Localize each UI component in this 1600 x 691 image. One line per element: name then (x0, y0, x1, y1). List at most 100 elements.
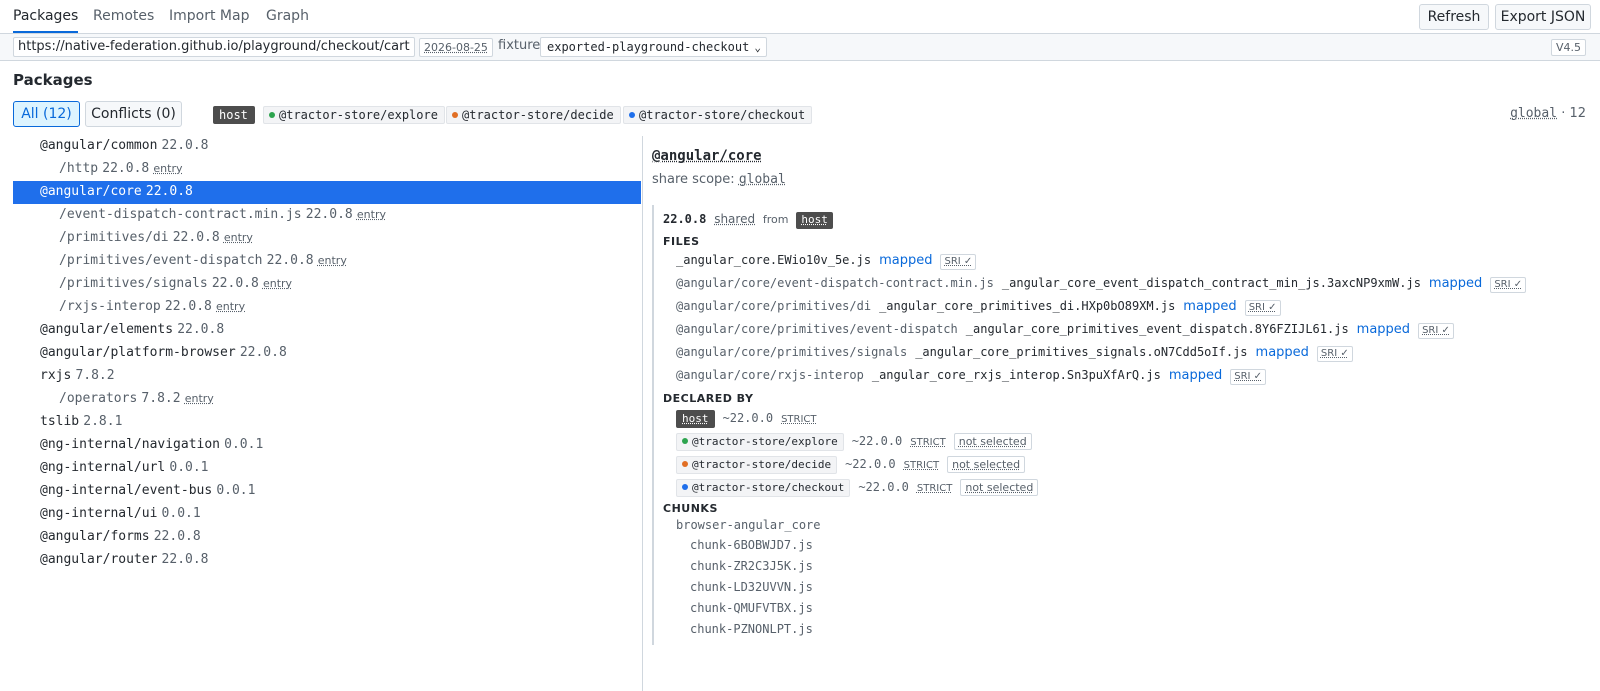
strict-label: STRICT (910, 437, 946, 448)
remote-chip-explore[interactable]: @tractor-store/explore (263, 106, 445, 124)
file-name[interactable]: _angular_core_primitives_event_dispatch.… (966, 322, 1349, 336)
detail-title: @angular/core (652, 148, 762, 164)
remote-chip-checkout[interactable]: @tractor-store/checkout (623, 106, 813, 124)
declared-row: host ~22.0.0 STRICT (676, 409, 817, 429)
date-badge: 2026-08-25 (419, 38, 493, 57)
tree-row[interactable]: tslib 2.8.1 (13, 411, 641, 434)
package-name: /event-dispatch-contract.min.js (59, 207, 302, 222)
tab-packages[interactable]: Packages (13, 0, 79, 33)
package-version: 0.0.1 (169, 460, 209, 475)
tree-row[interactable]: @angular/core 22.0.8 (13, 181, 641, 204)
file-name[interactable]: _angular_core_event_dispatch_contract_mi… (1002, 276, 1421, 290)
from-host-chip[interactable]: host (796, 212, 833, 229)
remote-color-dot (269, 112, 275, 118)
package-version: 22.0.8 (177, 322, 225, 337)
tree-row[interactable]: @angular/common 22.0.8 (13, 135, 641, 158)
version-line: 22.0.8 shared from host (663, 212, 833, 229)
package-version: 22.0.8 (102, 161, 150, 176)
filter-conflicts-button[interactable]: Conflicts (0) (85, 101, 182, 127)
file-name[interactable]: _angular_core.EWio10v_5e.js (676, 253, 871, 267)
chevron-down-icon: ⌄ (754, 41, 761, 54)
chunk-item: chunk-LD32UVVN.js (690, 580, 813, 594)
declared-remote-chip[interactable]: @tractor-store/checkout (676, 479, 851, 497)
package-name: @ng-internal/ui (40, 506, 158, 521)
tree-row[interactable]: /http 22.0.8 entry (13, 158, 641, 181)
package-name: @angular/core (40, 184, 142, 199)
declared-remote-chip[interactable]: @tractor-store/explore (676, 433, 844, 451)
tree-row[interactable]: /primitives/event-dispatch 22.0.8 entry (13, 250, 641, 273)
tree-row[interactable]: @ng-internal/url 0.0.1 (13, 457, 641, 480)
remote-chip-host[interactable]: host (213, 106, 255, 124)
package-version: 22.0.8 (266, 253, 314, 268)
tree-row[interactable]: rxjs 7.8.2 (13, 365, 641, 388)
tree-row[interactable]: @angular/forms 22.0.8 (13, 526, 641, 549)
package-version: 22.0.8 (239, 345, 287, 360)
version-range: ~22.0.0 (722, 411, 774, 425)
from-label: from (762, 213, 789, 226)
mapped-label: mapped (1356, 322, 1411, 337)
package-version: 0.0.1 (224, 437, 264, 452)
export-json-button[interactable]: Export JSON (1495, 4, 1591, 30)
entry-badge: entry (317, 254, 347, 267)
tree-row[interactable]: /event-dispatch-contract.min.js 22.0.8 e… (13, 204, 641, 227)
detail-guide-line (652, 205, 654, 645)
strict-label: STRICT (916, 483, 953, 494)
sri-badge: SRI ✓ (1244, 300, 1281, 316)
url-field[interactable]: https://native-federation.github.io/play… (13, 37, 415, 57)
package-name: /primitives/di (59, 230, 169, 245)
file-name[interactable]: _angular_core_primitives_di.HXp0bO89XM.j… (879, 299, 1175, 313)
chunk-item: chunk-ZR2C3J5K.js (690, 559, 813, 573)
remote-chip-label: @tractor-store/decide (462, 108, 614, 122)
file-name[interactable]: _angular_core_primitives_signals.oN7Cdd5… (915, 345, 1247, 359)
file-name[interactable]: _angular_core_rxjs_interop.Sn3puXfArQ.js (872, 368, 1161, 382)
tab-graph[interactable]: Graph (266, 0, 309, 33)
not-selected-badge: not selected (960, 479, 1039, 496)
package-name: @angular/common (40, 138, 158, 153)
package-version: 22.0.8 (172, 230, 220, 245)
tree-row[interactable]: @ng-internal/ui 0.0.1 (13, 503, 641, 526)
tree-row[interactable]: @angular/elements 22.0.8 (13, 319, 641, 342)
package-name: /http (59, 161, 99, 176)
tree-row[interactable]: /operators 7.8.2 entry (13, 388, 641, 411)
shared-label: shared (714, 212, 756, 226)
pane-divider[interactable] (642, 136, 643, 691)
remote-color-dot (682, 461, 688, 467)
package-name: rxjs (40, 368, 72, 383)
tree-row[interactable]: @angular/platform-browser 22.0.8 (13, 342, 641, 365)
declared-remote-label: host (682, 412, 709, 425)
tree-row[interactable]: @ng-internal/event-bus 0.0.1 (13, 480, 641, 503)
sri-badge: SRI ✓ (1230, 369, 1267, 385)
tree-row[interactable]: /primitives/signals 22.0.8 entry (13, 273, 641, 296)
mapped-label: mapped (1183, 299, 1237, 314)
files-section-label: FILES (663, 235, 700, 248)
tab-import-map[interactable]: Import Map (169, 0, 249, 33)
strict-label: STRICT (781, 414, 817, 425)
chunk-item: chunk-PZNONLPT.js (690, 622, 813, 636)
remote-chip-label: @tractor-store/checkout (639, 108, 806, 122)
file-specifier: @angular/core/primitives/di (676, 299, 872, 313)
filter-all-button[interactable]: All (12) (13, 101, 80, 127)
tree-row[interactable]: /primitives/di 22.0.8 entry (13, 227, 641, 250)
entry-badge: entry (356, 208, 386, 221)
file-row: @angular/core/event-dispatch-contract.mi… (676, 274, 1527, 294)
declared-row: @tractor-store/explore ~22.0.0 STRICT not s… (676, 432, 1032, 452)
tree-row[interactable]: @ng-internal/navigation 0.0.1 (13, 434, 641, 457)
refresh-button[interactable]: Refresh (1419, 4, 1489, 30)
declared-remote-label: @tractor-store/explore (692, 435, 838, 448)
tree-row[interactable]: /rxjs-interop 22.0.8 entry (13, 296, 641, 319)
declared-remote-chip[interactable]: @tractor-store/decide (676, 456, 838, 474)
package-version: 22.0.8 (305, 207, 353, 222)
version-range: ~22.0.0 (845, 457, 896, 471)
tree-row[interactable]: @angular/router 22.0.8 (13, 549, 641, 572)
mapped-label: mapped (1168, 368, 1223, 383)
chunks-section-label: CHUNKS (663, 502, 718, 515)
remote-color-dot (629, 112, 635, 118)
remote-chip-decide[interactable]: @tractor-store/decide (446, 106, 621, 124)
file-specifier: @angular/core/event-dispatch-contract.mi… (676, 276, 994, 290)
tab-remotes[interactable]: Remotes (93, 0, 154, 33)
version-number: 22.0.8 (663, 212, 707, 226)
chunk-item: chunk-6BOBWJD7.js (690, 538, 813, 552)
package-name: /operators (59, 391, 138, 406)
declared-remote-chip[interactable]: host (676, 410, 715, 428)
fixture-select[interactable]: exported-playground-checkout ⌄ (540, 37, 767, 57)
